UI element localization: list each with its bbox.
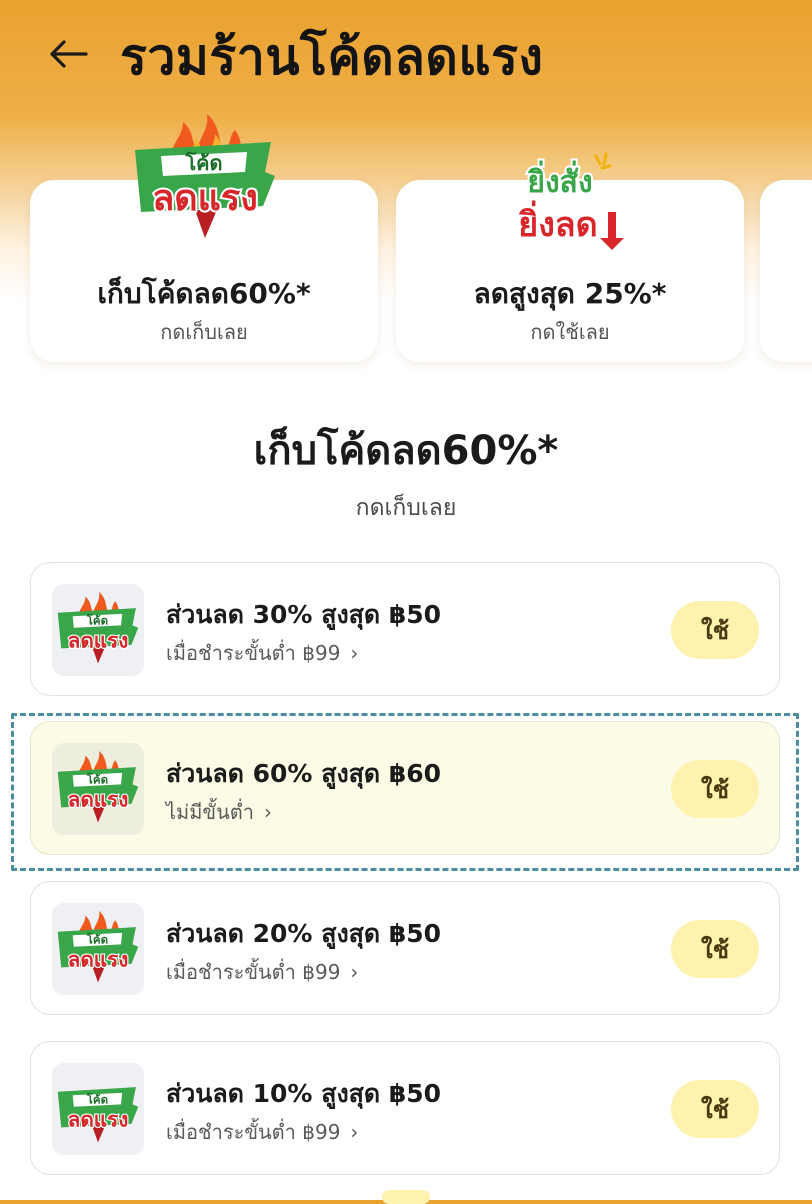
- voucher-title: ส่วนลด 60% สูงสุด ฿60: [166, 759, 442, 788]
- code-discount-logo: โค้ด ลดแรง: [135, 114, 275, 238]
- voucher-logo: โค้ด ลดแรง: [52, 1063, 144, 1155]
- category-title: เก็บโค้ดลด60%*: [97, 277, 311, 310]
- top-bar: รวมร้านโค้ดลดแรง: [0, 0, 812, 110]
- page-title: รวมร้านโค้ดลดแรง: [120, 28, 544, 86]
- category-title: ลดสูงสุด 25%*: [473, 277, 667, 310]
- voucher-card[interactable]: โค้ด ลดแรง ส่วนลด 60% สูงสุด ฿60 ไม่มีขั…: [30, 721, 780, 855]
- logo-text: ยิ่งสั่ง: [527, 160, 593, 200]
- voucher-condition[interactable]: เมื่อชำระขั้นต่ำ ฿99 ›: [166, 637, 358, 669]
- voucher-logo: โค้ด ลดแรง: [52, 584, 144, 676]
- chevron-right-icon: ›: [350, 960, 359, 984]
- logo-text: โค้ด: [86, 931, 108, 946]
- code-discount-logo: โค้ด ลดแรง: [57, 751, 139, 823]
- chevron-right-icon: ›: [350, 1120, 359, 1144]
- logo-text: โค้ด: [86, 771, 108, 786]
- voucher-card[interactable]: โค้ด ลดแรง ส่วนลด 30% สูงสุด ฿50 เมื่อชำ…: [30, 562, 780, 696]
- voucher-title: ส่วนลด 30% สูงสุด ฿50: [166, 600, 442, 629]
- use-button[interactable]: ใช้: [671, 920, 759, 978]
- chevron-right-icon: ›: [264, 800, 272, 824]
- logo-text: โค้ด: [86, 1091, 108, 1106]
- chevron-right-icon: ›: [350, 641, 359, 665]
- code-discount-logo: โค้ด ลดแรง: [57, 1087, 139, 1143]
- logo-text: ลดแรง: [152, 178, 258, 219]
- voucher-condition[interactable]: เมื่อชำระขั้นต่ำ ฿99 ›: [166, 956, 358, 988]
- use-button[interactable]: ใช้: [671, 760, 759, 818]
- voucher-card[interactable]: โค้ด ลดแรง ส่วนลด 20% สูงสุด ฿50 เมื่อชำ…: [30, 881, 780, 1015]
- use-button[interactable]: ใช้: [671, 601, 759, 659]
- voucher-condition-text: ไม่มีขั้นต่ำ: [166, 800, 254, 824]
- use-button[interactable]: ใช้: [671, 1080, 759, 1138]
- category-card-partial[interactable]: [760, 180, 812, 362]
- voucher-condition[interactable]: เมื่อชำระขั้นต่ำ ฿99 ›: [166, 1116, 358, 1148]
- code-discount-logo: โค้ด ลดแรง: [57, 592, 139, 664]
- section-title: เก็บโค้ดลด60%*: [253, 428, 559, 474]
- logo-text: ลดแรง: [68, 947, 129, 971]
- voucher-title: ส่วนลด 10% สูงสุด ฿50: [166, 1079, 442, 1108]
- back-button[interactable]: [40, 26, 96, 82]
- code-discount-logo: โค้ด ลดแรง: [57, 911, 139, 983]
- order-more-discount-logo: ยิ่งสั่ง ยิ่งลด: [516, 152, 624, 250]
- voucher-condition-text: เมื่อชำระขั้นต่ำ ฿99: [166, 1120, 341, 1144]
- voucher-logo: โค้ด ลดแรง: [52, 903, 144, 995]
- section-subtitle[interactable]: กดเก็บเลย: [0, 490, 812, 526]
- voucher-title: ส่วนลด 20% สูงสุด ฿50: [166, 919, 442, 948]
- category-subtitle: กดเก็บเลย: [160, 320, 248, 344]
- category-subtitle: กดใช้เลย: [530, 320, 610, 344]
- next-use-button-partial[interactable]: [382, 1190, 430, 1204]
- logo-text: ลดแรง: [68, 787, 129, 811]
- logo-text: ลดแรง: [68, 1107, 129, 1131]
- logo-text: ยิ่งลด: [518, 200, 598, 245]
- arrow-left-icon: [50, 40, 88, 68]
- category-carousel: เก็บโค้ดลด60%* กดเก็บเลย ลดสูงสุด 25%* ก…: [0, 110, 812, 380]
- logo-text: โค้ด: [86, 612, 108, 627]
- voucher-logo: โค้ด ลดแรง: [52, 743, 144, 835]
- voucher-condition-text: เมื่อชำระขั้นต่ำ ฿99: [166, 641, 341, 665]
- logo-text: ลดแรง: [68, 628, 129, 652]
- voucher-condition[interactable]: ไม่มีขั้นต่ำ ›: [166, 796, 272, 828]
- voucher-card[interactable]: โค้ด ลดแรง ส่วนลด 10% สูงสุด ฿50 เมื่อชำ…: [30, 1041, 780, 1175]
- logo-text: โค้ด: [184, 151, 222, 175]
- voucher-condition-text: เมื่อชำระขั้นต่ำ ฿99: [166, 960, 341, 984]
